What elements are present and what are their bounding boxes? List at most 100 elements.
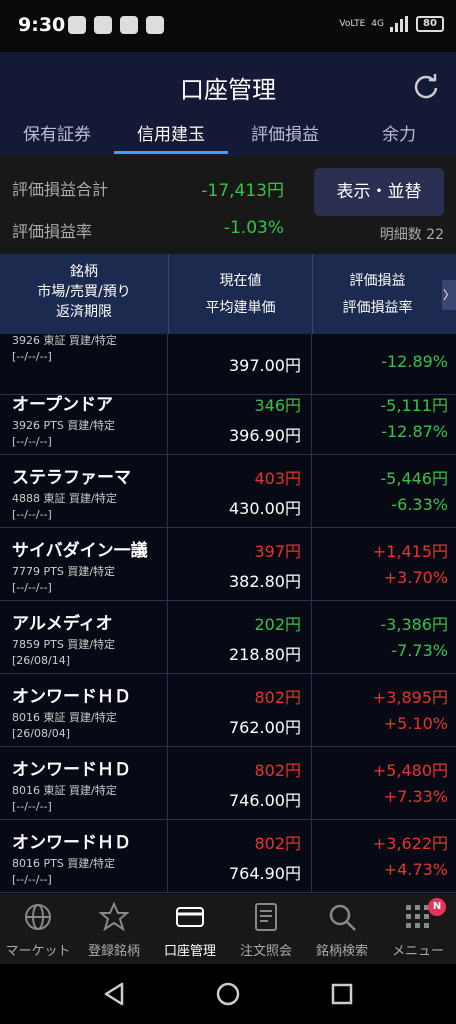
app-icon bbox=[146, 16, 164, 34]
app-header: 口座管理 保有証券 信用建玉 評価損益 余力 bbox=[0, 52, 456, 156]
market-trade-info: 7779 PTS 買建/特定 bbox=[12, 565, 116, 578]
avg-price: 382.80円 bbox=[229, 572, 301, 591]
nav-menu[interactable]: N メニュー bbox=[380, 894, 456, 964]
repay-date: [--/--/--] bbox=[12, 350, 52, 363]
table-header: 銘柄 市場/売買/預り 返済期限 現在値 平均建単価 評価損益 評価損益率 〉 bbox=[0, 254, 456, 334]
total-pl-value: -17,413円 bbox=[201, 181, 284, 201]
table-row[interactable]: アルメディオ 7859 PTS 買建/特定 [26/08/14] 202円 21… bbox=[0, 601, 456, 674]
status-right: VoLTE 4G 80 bbox=[339, 16, 444, 32]
pl-rate: -6.33% bbox=[391, 495, 448, 514]
tab-holdings[interactable]: 保有証券 bbox=[0, 120, 114, 156]
symbol-name: オンワードＨＤ bbox=[12, 833, 131, 853]
repay-date: [--/--/--] bbox=[12, 800, 52, 813]
globe-icon bbox=[25, 904, 51, 930]
chevron-right-icon[interactable]: 〉 bbox=[442, 280, 456, 310]
pl-rate: +7.33% bbox=[383, 787, 448, 806]
star-icon bbox=[99, 902, 129, 932]
page-title: 口座管理 bbox=[180, 76, 276, 104]
pl-rate: -12.87% bbox=[381, 422, 448, 441]
current-price: 802円 bbox=[254, 834, 301, 853]
notification-icons bbox=[68, 16, 164, 34]
pl-amount: +1,415円 bbox=[372, 542, 448, 561]
document-icon bbox=[255, 903, 277, 931]
pl-amount: -5,111円 bbox=[380, 396, 448, 415]
item-count: 明細数 22 bbox=[379, 227, 444, 243]
pl-amount: -5,446円 bbox=[380, 469, 448, 488]
column-header-price[interactable]: 現在値 平均建単価 bbox=[168, 254, 312, 334]
display-sort-button[interactable]: 表示・並替 bbox=[314, 168, 444, 216]
market-trade-info: 4888 東証 買建/特定 bbox=[12, 492, 117, 505]
table-row[interactable]: オンワードＨＤ 8016 東証 買建/特定 [--/--/--] 802円 74… bbox=[0, 747, 456, 820]
nav-account[interactable]: 口座管理 bbox=[152, 894, 228, 964]
system-navigation bbox=[0, 964, 456, 1024]
table-row[interactable]: ステラファーマ 4888 東証 買建/特定 [--/--/--] 403円 43… bbox=[0, 455, 456, 528]
nav-search[interactable]: 銘柄検索 bbox=[304, 894, 380, 964]
mail-icon bbox=[94, 16, 112, 34]
current-price: 802円 bbox=[254, 688, 301, 707]
card-icon bbox=[176, 907, 204, 927]
avg-price: 218.80円 bbox=[229, 645, 301, 664]
symbol-name: サイバダイン一議 bbox=[12, 541, 148, 561]
table-row[interactable]: オンワードＨＤ 8016 PTS 買建/特定 [--/--/--] 802円 7… bbox=[0, 820, 456, 893]
repay-date: [--/--/--] bbox=[12, 873, 52, 886]
pl-amount: +3,622円 bbox=[372, 834, 448, 853]
pl-amount: -3,386円 bbox=[380, 615, 448, 634]
back-icon[interactable] bbox=[100, 980, 128, 1008]
column-header-pl[interactable]: 評価損益 評価損益率 bbox=[312, 254, 442, 334]
pl-rate-value: -1.03% bbox=[223, 218, 284, 238]
avg-price: 397.00円 bbox=[229, 356, 301, 375]
current-price: 346円 bbox=[254, 396, 301, 415]
market-trade-info: 8016 東証 買建/特定 bbox=[12, 711, 117, 724]
repay-date: [26/08/14] bbox=[12, 654, 70, 667]
signal-icon bbox=[390, 16, 410, 32]
signal-label: 4G bbox=[371, 18, 384, 29]
pl-amount: +5,480円 bbox=[372, 761, 448, 780]
current-price: 202円 bbox=[254, 615, 301, 634]
status-bar: 9:30 VoLTE 4G 80 bbox=[0, 0, 456, 52]
column-header-symbol[interactable]: 銘柄 市場/売買/預り 返済期限 bbox=[0, 254, 168, 334]
pl-rate: +3.70% bbox=[383, 568, 448, 587]
repay-date: [--/--/--] bbox=[12, 581, 52, 594]
market-trade-info: 7859 PTS 買建/特定 bbox=[12, 638, 116, 651]
total-pl-label: 評価損益合計 bbox=[12, 180, 109, 199]
app-icon bbox=[120, 16, 138, 34]
search-icon bbox=[329, 904, 356, 931]
status-time: 9:30 bbox=[18, 14, 66, 36]
avg-price: 430.00円 bbox=[229, 499, 301, 518]
battery-icon: 80 bbox=[416, 16, 444, 32]
pl-rate-label: 評価損益率 bbox=[12, 222, 93, 241]
avg-price: 762.00円 bbox=[229, 718, 301, 737]
market-trade-info: 8016 東証 買建/特定 bbox=[12, 784, 117, 797]
tab-valuation-pl[interactable]: 評価損益 bbox=[228, 120, 342, 156]
pl-amount: +3,895円 bbox=[372, 688, 448, 707]
nav-market[interactable]: マーケット bbox=[0, 894, 76, 964]
line-icon bbox=[68, 16, 86, 34]
volte-label: VoLTE bbox=[339, 18, 366, 29]
home-icon[interactable] bbox=[214, 980, 242, 1008]
table-row[interactable]: サイバダイン一議 7779 PTS 買建/特定 [--/--/--] 397円 … bbox=[0, 528, 456, 601]
repay-date: [--/--/--] bbox=[12, 435, 52, 448]
nav-watchlist[interactable]: 登録銘柄 bbox=[76, 894, 152, 964]
tab-margin-positions[interactable]: 信用建玉 bbox=[114, 120, 228, 156]
table-row[interactable]: オンワードＨＤ 8016 東証 買建/特定 [26/08/04] 802円 76… bbox=[0, 674, 456, 747]
symbol-name: オープンドア bbox=[12, 395, 113, 415]
nav-orders[interactable]: 注文照会 bbox=[228, 894, 304, 964]
market-trade-info: 3926 東証 買建/特定 bbox=[12, 334, 117, 347]
bottom-navigation: マーケット 登録銘柄 口座管理 注文照会 銘柄検索 N メニュー bbox=[0, 894, 456, 964]
avg-price: 746.00円 bbox=[229, 791, 301, 810]
recent-apps-icon[interactable] bbox=[328, 980, 356, 1008]
avg-price: 764.90円 bbox=[229, 864, 301, 883]
market-trade-info: 3926 PTS 買建/特定 bbox=[12, 419, 116, 432]
symbol-name: オンワードＨＤ bbox=[12, 760, 131, 780]
pl-rate: +4.73% bbox=[383, 860, 448, 879]
symbol-name: ステラファーマ bbox=[12, 468, 131, 488]
refresh-icon[interactable] bbox=[412, 72, 440, 100]
current-price: 397円 bbox=[254, 542, 301, 561]
table-row[interactable]: オープンドア 3926 PTS 買建/特定 [--/--/--] 346円 39… bbox=[0, 382, 456, 455]
current-price: 802円 bbox=[254, 761, 301, 780]
avg-price: 396.90円 bbox=[229, 426, 301, 445]
notification-badge: N bbox=[428, 898, 446, 916]
pl-rate: -12.89% bbox=[381, 352, 448, 371]
pl-rate: +5.10% bbox=[383, 714, 448, 733]
tab-buying-power[interactable]: 余力 bbox=[342, 120, 456, 156]
